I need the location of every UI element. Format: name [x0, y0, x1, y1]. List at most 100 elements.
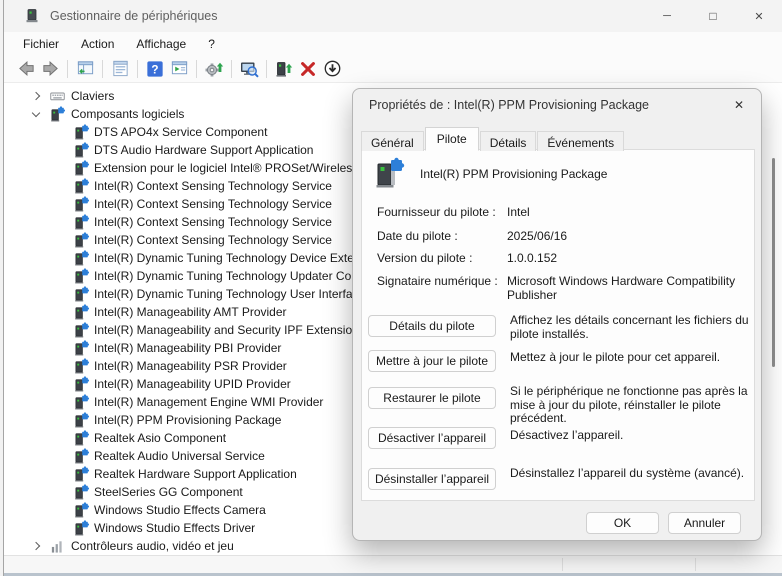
help-icon: ?	[146, 60, 164, 78]
software-icon	[74, 250, 89, 266]
show-action-pane-button[interactable]	[167, 57, 191, 81]
tab-evenements[interactable]: Événements	[537, 131, 624, 151]
software-icon	[74, 502, 89, 518]
device-icon	[372, 157, 406, 191]
tree-item-label: Intel(R) Manageability AMT Provider	[94, 305, 287, 319]
software-icon	[74, 358, 89, 374]
update-driver-dialog-button[interactable]: Mettre à jour le pilote	[368, 350, 496, 372]
ok-button[interactable]: OK	[586, 512, 659, 534]
tree-item-label: Claviers	[71, 89, 114, 103]
tree-item-label: DTS APO4x Service Component	[94, 125, 267, 139]
back-button[interactable]	[14, 57, 38, 81]
console-tree-icon	[76, 59, 95, 78]
uninstall-device-button[interactable]	[296, 57, 320, 81]
tree-item-label: Realtek Hardware Support Application	[94, 467, 297, 481]
back-icon	[17, 59, 36, 78]
help-button[interactable]: ?	[143, 57, 167, 81]
software-icon	[74, 286, 89, 302]
field-label-signataire: Signataire numérique :	[377, 274, 498, 288]
chevron-right-icon[interactable]	[32, 92, 40, 100]
field-value-date: 2025/06/16	[507, 229, 745, 243]
tree-item-label: Extension pour le logiciel Intel® PROSet…	[94, 161, 358, 175]
tab-general[interactable]: Général	[361, 131, 424, 151]
driver-details-button[interactable]: Détails du pilote	[368, 315, 496, 337]
menu-fichier[interactable]: Fichier	[12, 34, 70, 54]
device-name: Intel(R) PPM Provisioning Package	[420, 167, 607, 181]
tree-item-label: Intel(R) Manageability UPID Provider	[94, 377, 291, 391]
properties-icon	[111, 59, 130, 78]
status-bar	[4, 555, 782, 573]
forward-icon	[41, 59, 60, 78]
software-icon	[74, 376, 89, 392]
cancel-button[interactable]: Annuler	[668, 512, 741, 534]
menu-affichage[interactable]: Affichage	[125, 34, 197, 54]
uninstall-device-dialog-button[interactable]: Désinstaller l’appareil	[368, 468, 496, 490]
toolbar-separator	[67, 60, 68, 78]
dialog-tabs: Général Pilote Détails Événements	[361, 127, 625, 151]
forward-button[interactable]	[38, 57, 62, 81]
chevron-down-icon[interactable]	[32, 108, 40, 116]
chevron-right-icon[interactable]	[32, 542, 40, 550]
dialog-title: Propriétés de : Intel(R) PPM Provisionin…	[369, 98, 649, 112]
tree-item-label: SteelSeries GG Component	[94, 485, 243, 499]
dialog-close-icon[interactable]: ✕	[730, 96, 748, 114]
device-manager-icon	[24, 8, 40, 24]
field-value-signataire: Microsoft Windows Hardware Compatibility…	[507, 274, 745, 302]
show-console-tree-button[interactable]	[73, 57, 97, 81]
status-separator	[695, 558, 696, 571]
tree-scrollbar[interactable]	[772, 158, 775, 367]
software-icon	[74, 304, 89, 320]
disable-device-button[interactable]	[320, 57, 344, 81]
tree-item-label: Intel(R) Dynamic Tuning Technology User …	[94, 287, 359, 301]
properties-dialog: Propriétés de : Intel(R) PPM Provisionin…	[352, 88, 762, 541]
toolbar-separator	[231, 60, 232, 78]
tree-item-label: Intel(R) Dynamic Tuning Technology Updat…	[94, 269, 355, 283]
software-icon	[50, 106, 65, 122]
tree-item-label: Contrôleurs audio, vidéo et jeu	[71, 539, 234, 553]
uninstall-device-description: Désinstallez l’appareil du système (avan…	[510, 467, 750, 481]
software-icon	[74, 448, 89, 464]
add-driver-button[interactable]	[272, 57, 296, 81]
tree-item-label: Realtek Audio Universal Service	[94, 449, 265, 463]
close-button[interactable]: ✕	[736, 0, 782, 32]
menu-action[interactable]: Action	[70, 34, 125, 54]
tab-details[interactable]: Détails	[480, 131, 537, 151]
software-icon	[74, 178, 89, 194]
properties-button[interactable]	[108, 57, 132, 81]
field-label-date: Date du pilote :	[377, 229, 458, 243]
tree-item-label: Intel(R) Manageability PBI Provider	[94, 341, 281, 355]
tree-item-label: Intel(R) Dynamic Tuning Technology Devic…	[94, 251, 361, 265]
tree-item-label: Intel(R) Context Sensing Technology Serv…	[94, 233, 332, 247]
update-driver-button[interactable]	[202, 57, 226, 81]
status-separator	[562, 558, 563, 571]
toolbar-separator	[102, 60, 103, 78]
driver-details-description: Affichez les détails concernant les fich…	[510, 314, 750, 341]
software-icon	[74, 268, 89, 284]
field-label-fournisseur: Fournisseur du pilote :	[377, 205, 496, 219]
window-title: Gestionnaire de périphériques	[50, 9, 217, 23]
menu-help[interactable]: ?	[197, 34, 226, 54]
tree-item-label: Intel(R) Manageability and Security IPF …	[94, 323, 359, 337]
tree-item-label: Intel(R) Context Sensing Technology Serv…	[94, 197, 332, 211]
tree-item-label: Intel(R) Context Sensing Technology Serv…	[94, 215, 332, 229]
toolbar-separator	[137, 60, 138, 78]
tab-pilote[interactable]: Pilote	[425, 127, 479, 151]
field-value-version: 1.0.0.152	[507, 251, 745, 265]
disable-device-dialog-button[interactable]: Désactiver l’appareil	[368, 427, 496, 449]
minimize-button[interactable]: ─	[644, 0, 690, 32]
toolbar-separator	[266, 60, 267, 78]
keyboard-icon	[50, 88, 65, 104]
maximize-button[interactable]: □	[690, 0, 736, 32]
title-bar: Gestionnaire de périphériques ─ □ ✕	[4, 0, 782, 32]
uninstall-icon	[299, 60, 317, 78]
rollback-driver-description: Si le périphérique ne fonctionne pas apr…	[510, 385, 750, 426]
device-manager-window: Gestionnaire de périphériques ─ □ ✕ Fich…	[0, 0, 782, 576]
software-icon	[74, 124, 89, 140]
scan-hardware-changes-button[interactable]	[237, 57, 261, 81]
rollback-driver-button[interactable]: Restaurer le pilote	[368, 387, 496, 409]
tree-item-label: Windows Studio Effects Driver	[94, 521, 255, 535]
driver-tab-page: Intel(R) PPM Provisioning Package Fourni…	[361, 149, 755, 501]
tree-item-label: Realtek Asio Component	[94, 431, 226, 445]
tree-item-label: Intel(R) PPM Provisioning Package	[94, 413, 281, 427]
software-icon	[74, 142, 89, 158]
